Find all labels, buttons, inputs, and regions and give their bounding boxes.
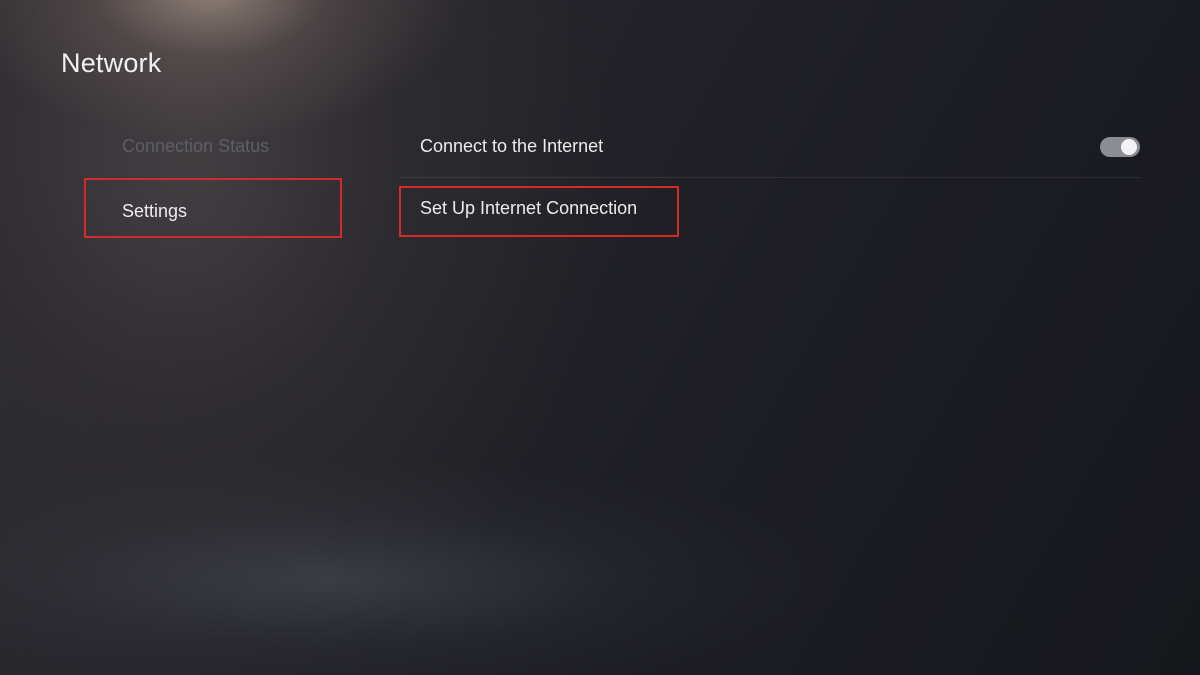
sidebar-item-connection-status[interactable]: Connection Status <box>122 136 269 157</box>
sidebar-item-settings[interactable]: Settings <box>122 201 187 222</box>
set-up-internet-connection-option[interactable]: Set Up Internet Connection <box>420 198 637 219</box>
page-title: Network <box>61 48 162 78</box>
connect-to-internet-toggle[interactable] <box>1100 137 1140 157</box>
toggle-knob <box>1121 139 1137 155</box>
connect-to-internet-option[interactable]: Connect to the Internet <box>420 136 603 157</box>
divider <box>400 177 1140 178</box>
